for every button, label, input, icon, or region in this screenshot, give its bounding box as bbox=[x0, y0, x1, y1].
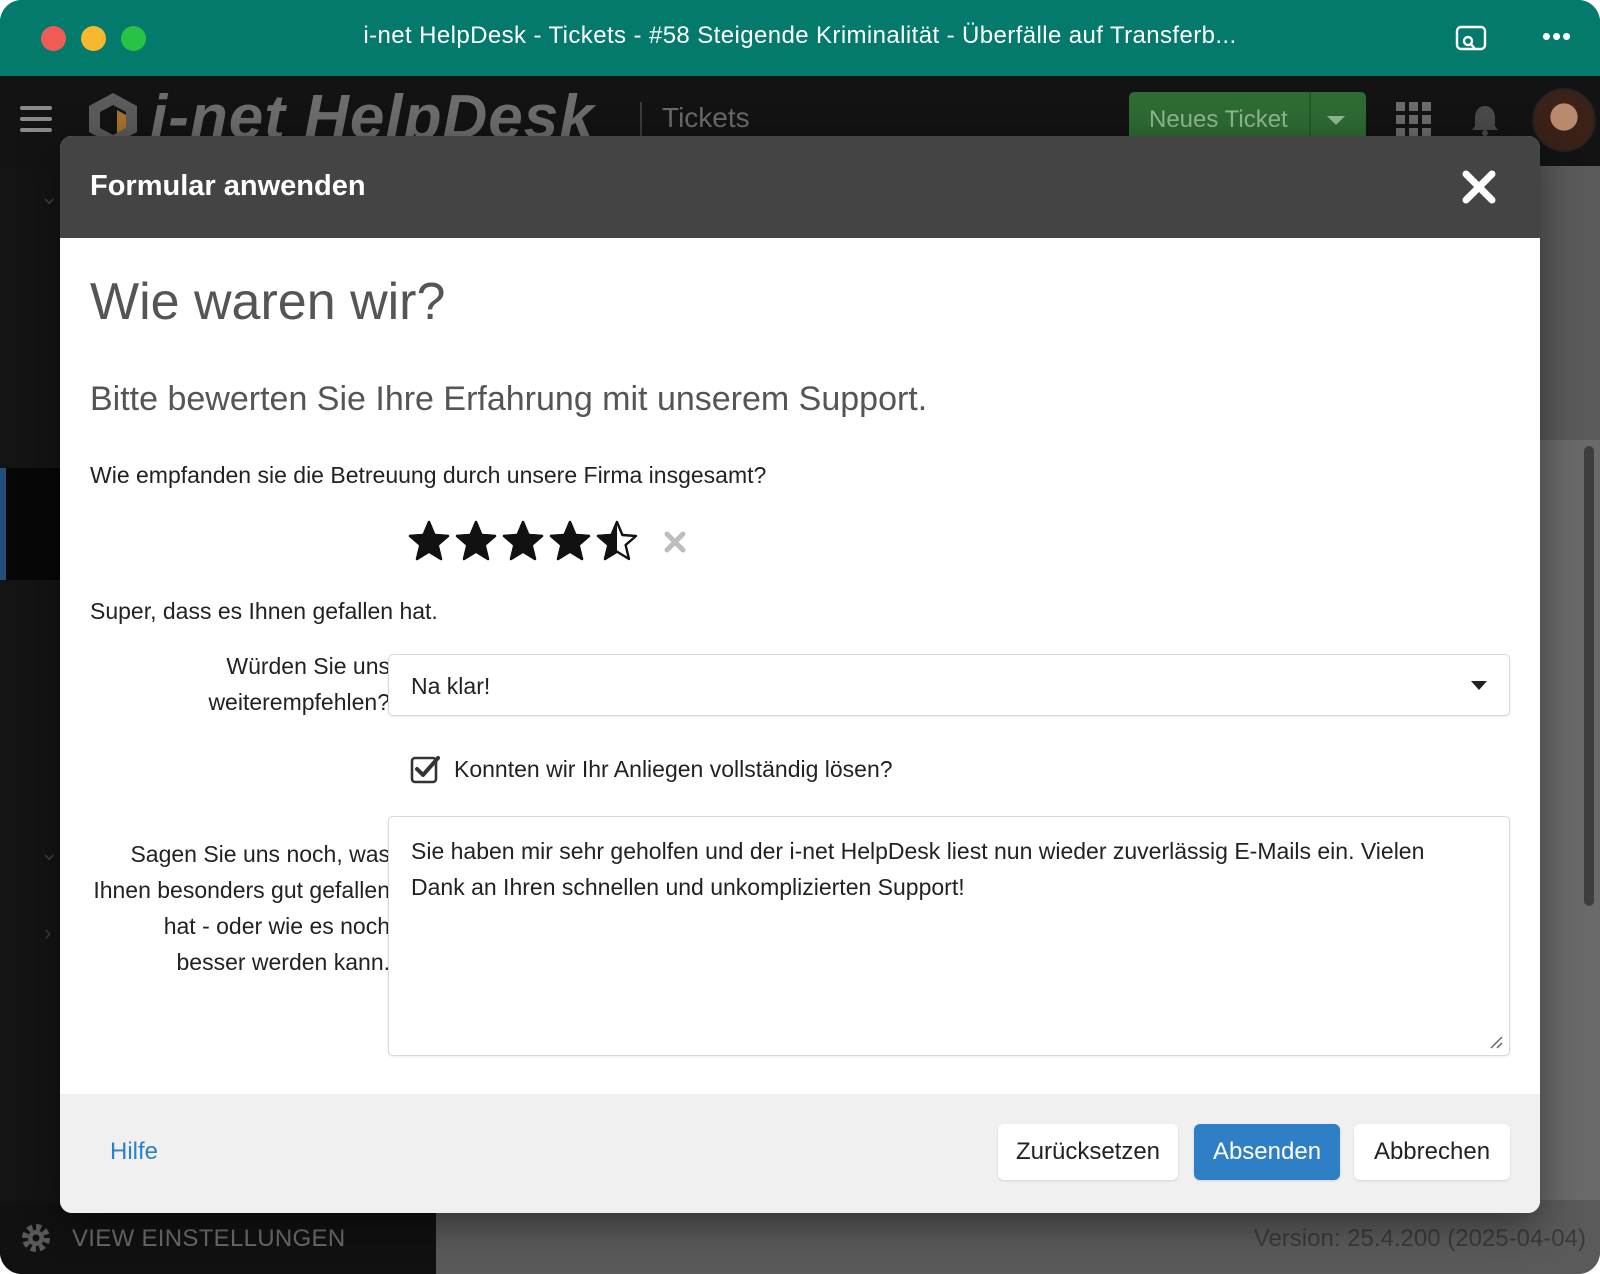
rating-question: Wie empfanden sie die Betreuung durch un… bbox=[90, 462, 767, 488]
close-window-button[interactable] bbox=[41, 26, 66, 51]
star-rating bbox=[408, 520, 728, 570]
scrollbar[interactable] bbox=[1584, 446, 1594, 906]
sidebar-selection-accent bbox=[0, 468, 6, 580]
window-title: i-net HelpDesk - Tickets - #58 Steigende… bbox=[363, 22, 1237, 49]
star-icon[interactable] bbox=[596, 520, 638, 562]
apply-form-dialog: Formular anwenden Wie waren wir? Bitte b… bbox=[60, 136, 1540, 1213]
chevron-down-icon[interactable] bbox=[1327, 116, 1345, 125]
close-icon[interactable] bbox=[1454, 162, 1504, 212]
comment-text: Sie haben mir sehr geholfen und der i-ne… bbox=[411, 838, 1425, 900]
submit-button[interactable]: Absenden bbox=[1194, 1124, 1340, 1180]
star-icon[interactable] bbox=[408, 520, 450, 562]
resolved-checkbox[interactable] bbox=[410, 754, 440, 784]
bell-icon[interactable] bbox=[1469, 102, 1501, 138]
new-ticket-label: Neues Ticket bbox=[1149, 106, 1288, 133]
star-icon[interactable] bbox=[502, 520, 544, 562]
cancel-button[interactable]: Abbrechen bbox=[1354, 1124, 1510, 1180]
comment-textarea[interactable]: Sie haben mir sehr geholfen und der i-ne… bbox=[388, 816, 1510, 1056]
app-window: i-net HelpDesk - Tickets - #58 Steigende… bbox=[0, 0, 1600, 1274]
title-bar: i-net HelpDesk - Tickets - #58 Steigende… bbox=[0, 0, 1600, 76]
dialog-header: Formular anwenden bbox=[60, 136, 1540, 238]
dialog-title: Formular anwenden bbox=[90, 170, 366, 202]
chevron-down-icon[interactable]: ⌄ bbox=[40, 184, 58, 210]
rating-feedback: Super, dass es Ihnen gefallen hat. bbox=[90, 598, 438, 624]
gear-icon[interactable] bbox=[18, 1220, 54, 1256]
recommend-select-value: Na klar! bbox=[411, 673, 491, 699]
more-icon[interactable]: ••• bbox=[1540, 23, 1574, 50]
version-label: Version: 25.4.200 (2025-04-04) bbox=[1253, 1225, 1586, 1252]
form-heading: Wie waren wir? bbox=[90, 273, 446, 331]
view-settings-link[interactable]: VIEW EINSTELLUNGEN bbox=[72, 1225, 345, 1253]
apps-grid-icon[interactable] bbox=[1396, 102, 1431, 137]
star-icon[interactable] bbox=[549, 520, 591, 562]
avatar[interactable] bbox=[1532, 88, 1596, 152]
star-icon[interactable] bbox=[455, 520, 497, 562]
resolved-checkbox-label[interactable]: Konnten wir Ihr Anliegen vollständig lös… bbox=[454, 756, 893, 783]
section-title: Tickets bbox=[662, 102, 750, 133]
cast-icon[interactable] bbox=[1454, 22, 1488, 56]
help-link[interactable]: Hilfe bbox=[110, 1138, 158, 1166]
header-divider bbox=[640, 102, 642, 138]
dialog-footer: Hilfe Zurücksetzen Absenden Abbrechen bbox=[60, 1094, 1540, 1213]
reset-button[interactable]: Zurücksetzen bbox=[998, 1124, 1178, 1180]
form-subheading: Bitte bewerten Sie Ihre Erfahrung mit un… bbox=[90, 380, 928, 418]
recommend-label: Würden Sie uns weiterempfehlen? bbox=[208, 653, 390, 715]
chevron-right-icon[interactable]: › bbox=[44, 920, 51, 946]
resize-handle-icon[interactable] bbox=[1487, 1033, 1503, 1049]
zoom-window-button[interactable] bbox=[121, 26, 146, 51]
menu-icon[interactable] bbox=[20, 106, 52, 132]
comment-label: Sagen Sie uns noch, was Ihnen besonders … bbox=[93, 841, 390, 975]
chevron-down-icon[interactable]: ⌄ bbox=[40, 840, 58, 866]
minimize-window-button[interactable] bbox=[81, 26, 106, 51]
clear-rating-icon[interactable] bbox=[661, 528, 689, 556]
chevron-down-icon bbox=[1471, 681, 1487, 690]
recommend-select[interactable]: Na klar! bbox=[388, 654, 1510, 716]
